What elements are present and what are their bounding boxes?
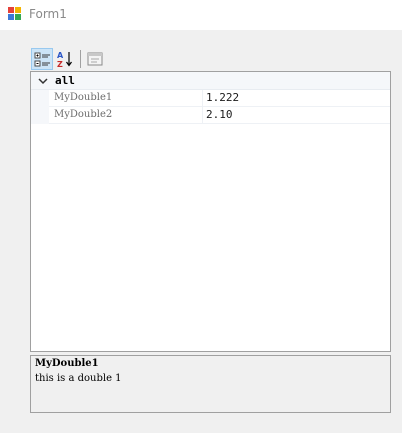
property-grid[interactable]: all MyDouble1 1.222 MyDouble2 2.10 (30, 71, 391, 352)
chevron-down-icon[interactable] (37, 75, 49, 87)
svg-text:A: A (57, 51, 64, 60)
categorized-button[interactable] (31, 48, 53, 70)
help-pane: MyDouble1 this is a double 1 (30, 355, 391, 413)
property-row-mydouble1[interactable]: MyDouble1 1.222 (31, 90, 390, 107)
property-name: MyDouble1 (54, 92, 113, 103)
property-value-input[interactable]: 2.10 (206, 108, 233, 121)
row-gutter (31, 90, 49, 107)
property-pages-button[interactable] (84, 48, 106, 70)
categorized-view-icon (34, 52, 50, 67)
form-app-icon (8, 7, 22, 21)
title-bar[interactable]: Form1 (0, 0, 402, 30)
window-title: Form1 (29, 7, 67, 21)
property-row-mydouble2[interactable]: MyDouble2 2.10 (31, 107, 390, 124)
help-title: MyDouble1 (35, 358, 99, 369)
help-description: this is a double 1 (35, 373, 122, 384)
form-client-area: A Z all MyDouble1 1.222 MyDouble2 2.10 M… (0, 30, 402, 433)
toolbar-separator (80, 50, 81, 68)
category-label: all (55, 74, 75, 87)
column-divider[interactable] (202, 90, 203, 107)
column-divider[interactable] (202, 107, 203, 124)
property-pages-icon (87, 52, 103, 66)
property-name: MyDouble2 (54, 109, 113, 120)
property-grid-toolbar: A Z (31, 48, 111, 70)
category-row-all[interactable]: all (31, 72, 390, 90)
svg-text:Z: Z (57, 60, 63, 68)
row-gutter (31, 107, 49, 124)
property-value-input[interactable]: 1.222 (206, 91, 239, 104)
sort-az-icon: A Z (57, 51, 72, 68)
alphabetical-button[interactable]: A Z (54, 48, 76, 70)
